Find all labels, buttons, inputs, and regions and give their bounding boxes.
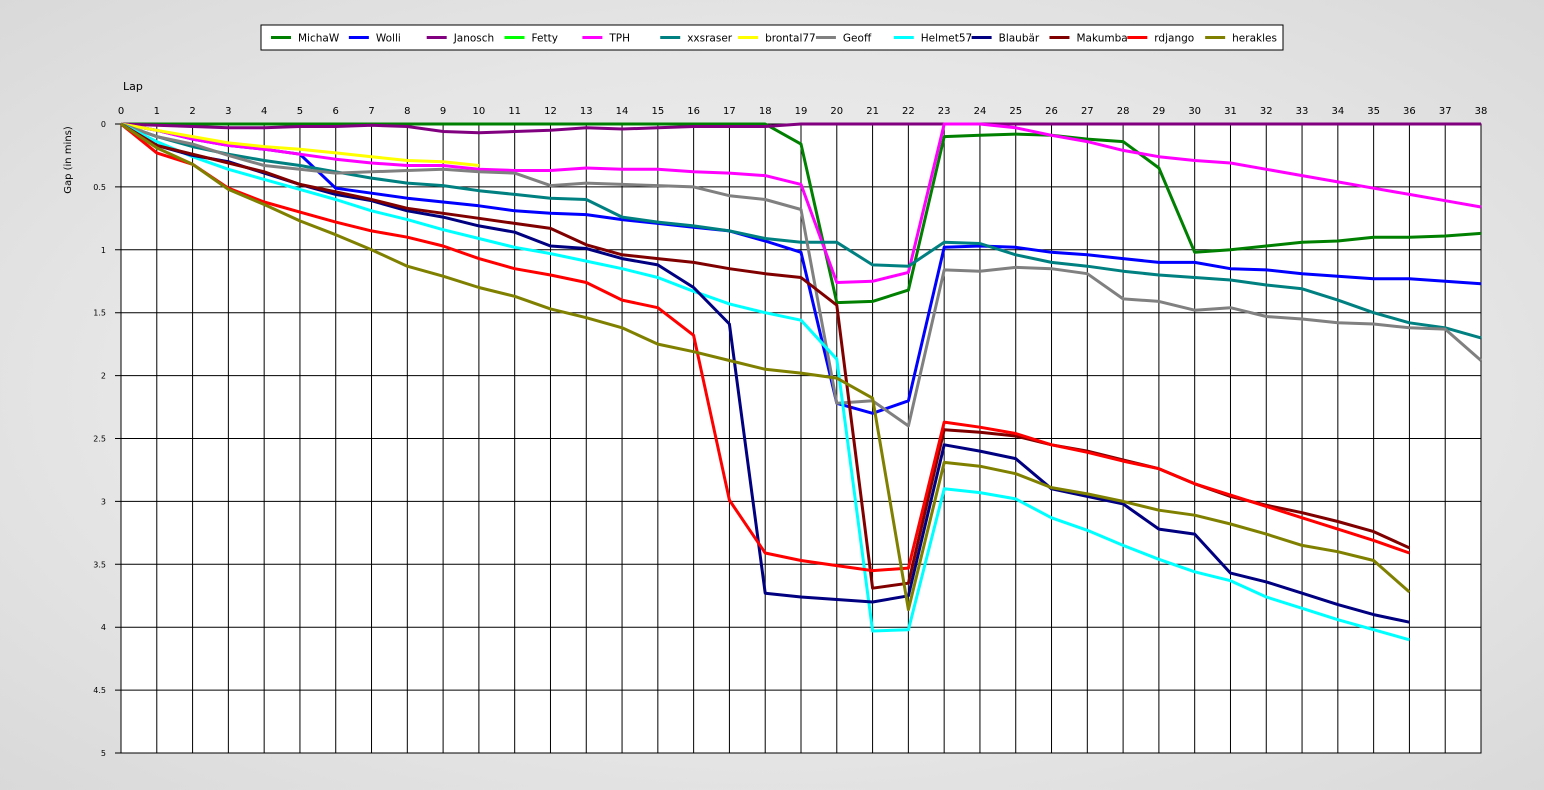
- x-tick-label: 34: [1331, 106, 1344, 117]
- gap-line-chart: MichaW Wolli Janosch Fetty TPH xxsraser bronta…: [63, 24, 1488, 758]
- x-tick-label: 31: [1224, 106, 1237, 117]
- legend: MichaW Wolli Janosch Fetty TPH xxsraser bronta…: [260, 24, 1284, 51]
- legend-label: Blaubär: [999, 33, 1040, 45]
- legend-label: MichaW: [298, 33, 340, 45]
- legend-label: Wolli: [376, 33, 401, 45]
- x-tick-label: 30: [1188, 106, 1201, 117]
- x-tick-label: 37: [1439, 106, 1452, 117]
- x-tick-label: 35: [1367, 106, 1380, 117]
- y-tick-label: 2.5: [93, 435, 106, 444]
- x-tick-label: 36: [1403, 106, 1416, 117]
- x-tick-label: 23: [938, 106, 951, 117]
- y-axis-label: Gap (in mins): [63, 126, 74, 194]
- x-tick-label: 3: [225, 106, 231, 117]
- x-tick-label: 5: [297, 106, 303, 117]
- y-tick-label: 2: [101, 372, 106, 381]
- x-tick-label: 32: [1260, 106, 1273, 117]
- x-tick-label: 10: [473, 106, 486, 117]
- legend-label: Makumba: [1076, 33, 1127, 45]
- legend-label: brontal77: [765, 33, 816, 45]
- legend-label: TPH: [608, 33, 630, 45]
- x-tick-label: 27: [1081, 106, 1094, 117]
- y-tick-label: 1.5: [93, 309, 106, 318]
- x-tick-label: 29: [1153, 106, 1166, 117]
- x-tick-label: 16: [687, 106, 700, 117]
- legend-label: rdjango: [1154, 33, 1194, 45]
- legend-label: Fetty: [532, 33, 558, 45]
- x-tick-label: 28: [1117, 106, 1130, 117]
- y-tick-label: 4: [101, 623, 106, 632]
- legend-label: xxsraser: [687, 33, 733, 45]
- x-tick-label: 14: [616, 106, 629, 117]
- x-tick-label: 6: [333, 106, 339, 117]
- x-tick-label: 7: [368, 106, 374, 117]
- x-tick-label: 22: [902, 106, 915, 117]
- y-tick-label: 0.5: [93, 183, 106, 192]
- x-tick-label: 17: [723, 106, 736, 117]
- chart-root: MichaW Wolli Janosch Fetty TPH xxsraser bronta…: [0, 0, 1544, 786]
- x-tick-label: 8: [404, 106, 410, 117]
- x-tick-label: 11: [508, 106, 521, 117]
- x-tick-label: 2: [189, 106, 195, 117]
- x-tick-label: 1: [154, 106, 160, 117]
- x-tick-label: 20: [830, 106, 843, 117]
- x-tick-label: 13: [580, 106, 593, 117]
- x-tick-labels: 0 1 2 3 4 5 6 7 8 9 10 11 12 13 14 15 16 17 18 19 20 21 22 23 24…: [118, 106, 1488, 117]
- x-tick-label: 33: [1296, 106, 1309, 117]
- legend-label: herakles: [1232, 33, 1277, 45]
- x-tick-label: 0: [118, 106, 124, 117]
- x-tick-label: 9: [440, 106, 446, 117]
- x-tick-label: 19: [795, 106, 808, 117]
- y-tick-label: 1: [101, 246, 106, 255]
- x-tick-label: 4: [261, 106, 267, 117]
- y-tick-label: 0: [101, 120, 106, 129]
- x-tick-label: 15: [651, 106, 664, 117]
- y-tick-label: 3: [101, 497, 106, 506]
- x-tick-label: 21: [866, 106, 879, 117]
- y-tick-label: 4.5: [93, 686, 106, 695]
- x-tick-label: 18: [759, 106, 772, 117]
- legend-label: Geoff: [843, 33, 872, 45]
- y-tick-labels: 0 0.5 1 1.5 2 2.5 3 3.5 4 4.5 5: [93, 120, 106, 758]
- x-tick-label: 25: [1009, 106, 1022, 117]
- y-tick-label: 3.5: [93, 560, 106, 569]
- legend-label: Janosch: [453, 33, 495, 45]
- x-axis-label: Lap: [123, 80, 143, 93]
- x-tick-label: 12: [544, 106, 557, 117]
- x-tick-label: 38: [1475, 106, 1488, 117]
- y-tick-label: 5: [101, 749, 106, 758]
- x-tick-label: 26: [1045, 106, 1058, 117]
- x-tick-label: 24: [974, 106, 987, 117]
- legend-label: Helmet57: [921, 33, 972, 45]
